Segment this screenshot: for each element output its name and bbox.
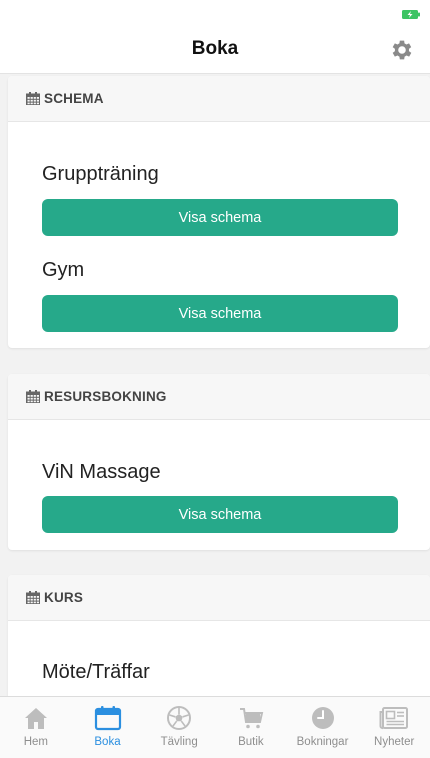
item-title-grupptraning: Gruppträning xyxy=(42,163,159,185)
nav-header: Boka xyxy=(0,28,430,74)
cart-icon xyxy=(239,708,264,729)
gear-icon xyxy=(392,40,412,60)
tab-tavling[interactable]: Tävling xyxy=(143,697,215,758)
tab-label: Nyheter xyxy=(374,736,415,748)
section-resursbokning: RESURSBOKNING ViN Massage Visa schema xyxy=(8,374,430,550)
home-icon xyxy=(24,708,47,729)
tab-label: Tävling xyxy=(160,736,198,748)
content-area[interactable]: SCHEMA Gruppträning Visa schema Gym Visa… xyxy=(0,75,430,696)
tab-bar: Hem Boka Tävling Butik Bokningar Nyheter xyxy=(0,696,430,758)
tab-label: Butik xyxy=(238,736,264,748)
item-title-mote-traffar: Möte/Träffar xyxy=(42,661,150,683)
status-bar xyxy=(0,0,430,28)
tab-hem[interactable]: Hem xyxy=(0,697,72,758)
section-header-kurs: KURS xyxy=(8,575,430,621)
section-header-schema: SCHEMA xyxy=(8,76,430,122)
calendar-icon xyxy=(26,591,40,604)
tab-label: Bokningar xyxy=(296,736,349,748)
newspaper-icon xyxy=(379,707,409,730)
tab-label: Boka xyxy=(94,736,121,748)
section-title: KURS xyxy=(44,590,84,605)
calendar-icon xyxy=(26,92,40,105)
section-header-resursbokning: RESURSBOKNING xyxy=(8,374,430,420)
settings-button[interactable] xyxy=(388,36,416,64)
show-schedule-button-vin-massage[interactable]: Visa schema xyxy=(42,496,398,533)
section-title: RESURSBOKNING xyxy=(44,389,167,404)
tab-butik[interactable]: Butik xyxy=(215,697,287,758)
section-title: SCHEMA xyxy=(44,91,104,106)
show-schedule-button-grupptraning[interactable]: Visa schema xyxy=(42,199,398,236)
item-title-vin-massage: ViN Massage xyxy=(42,461,161,483)
tab-bokningar[interactable]: Bokningar xyxy=(287,697,359,758)
clock-icon xyxy=(311,707,334,729)
soccer-ball-icon xyxy=(167,706,192,730)
section-schema: SCHEMA Gruppträning Visa schema Gym Visa… xyxy=(8,76,430,348)
section-kurs: KURS Möte/Träffar xyxy=(8,575,430,696)
tab-label: Hem xyxy=(23,736,48,748)
tab-boka[interactable]: Boka xyxy=(72,697,144,758)
calendar-icon xyxy=(94,706,121,731)
show-schedule-button-gym[interactable]: Visa schema xyxy=(42,295,398,332)
page-title: Boka xyxy=(191,38,239,59)
battery-icon xyxy=(402,10,420,19)
calendar-icon xyxy=(26,390,40,403)
item-title-gym: Gym xyxy=(42,259,85,281)
tab-nyheter[interactable]: Nyheter xyxy=(358,697,430,758)
